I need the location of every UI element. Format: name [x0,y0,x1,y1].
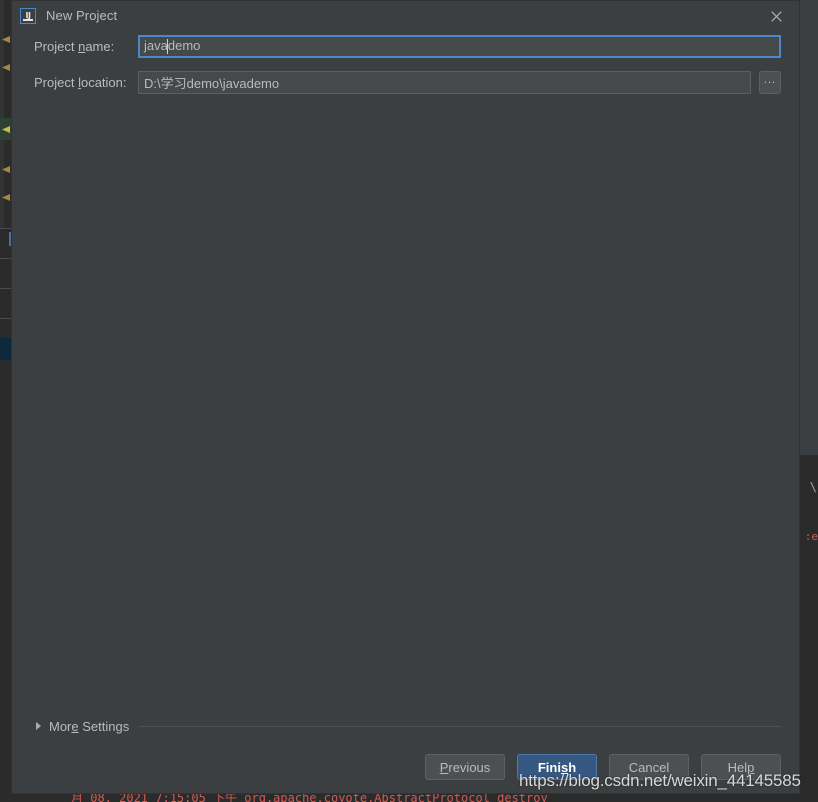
project-name-row: Project name: javademo [34,35,781,58]
ide-right-strip [799,0,818,802]
project-location-input[interactable]: D:\学习demo\javademo [138,71,751,94]
tool-window-divider [0,228,11,229]
dialog-titlebar: IJ New Project [12,1,799,30]
dialog-title: New Project [46,8,118,23]
intellij-idea-icon: IJ [20,7,36,24]
chevron-right-icon [36,722,41,730]
help-button[interactable]: Hel p [701,754,781,780]
previous-button[interactable]: Previous [425,754,505,780]
tool-window-divider [0,318,11,319]
dialog-button-bar: Previous Fini s h Cancel Hel p [12,754,799,793]
close-icon[interactable] [765,5,787,27]
console-fragment-slash: \ [809,480,817,494]
project-location-label: Project location: [34,75,127,90]
cancel-button[interactable]: Cancel [609,754,689,780]
more-settings-toggle[interactable]: More Settings [12,714,799,738]
project-name-value-post: demo [167,38,201,54]
ide-left-strip [0,0,11,802]
console-fragment-red: :e [804,530,818,543]
separator-line [139,725,781,727]
ellipsis-icon: ... [763,73,777,86]
mnemonic-s: s [560,759,569,775]
project-name-label: Project name: [34,39,115,54]
ide-right-console [800,455,818,802]
more-settings-label: More Settings [49,718,130,734]
tool-window-divider [0,258,11,259]
mnemonic-p: p [747,759,755,775]
tool-window-selected-row[interactable] [0,338,11,360]
new-project-dialog: IJ New Project Project name: javademo Pr… [11,0,800,794]
editor-area [4,0,11,228]
dialog-content-area [12,107,799,714]
text-caret [167,38,169,54]
ide-right-panel [799,0,818,455]
tool-window-divider [0,288,11,289]
mnemonic-e: e [71,718,79,734]
project-name-value-pre: java [144,38,168,54]
screenshot-root: \ :e 月 08, 2021 7:15:05 下午 org.apache.co… [0,0,818,802]
browse-folder-button[interactable]: ... [759,71,781,94]
project-form: Project name: javademo Project location:… [12,30,799,107]
mnemonic-P: P [439,759,449,775]
finish-button[interactable]: Fini s h [517,754,597,780]
project-name-input[interactable]: javademo [138,35,781,58]
project-location-row: Project location: D:\学习demo\javademo ... [34,71,781,94]
